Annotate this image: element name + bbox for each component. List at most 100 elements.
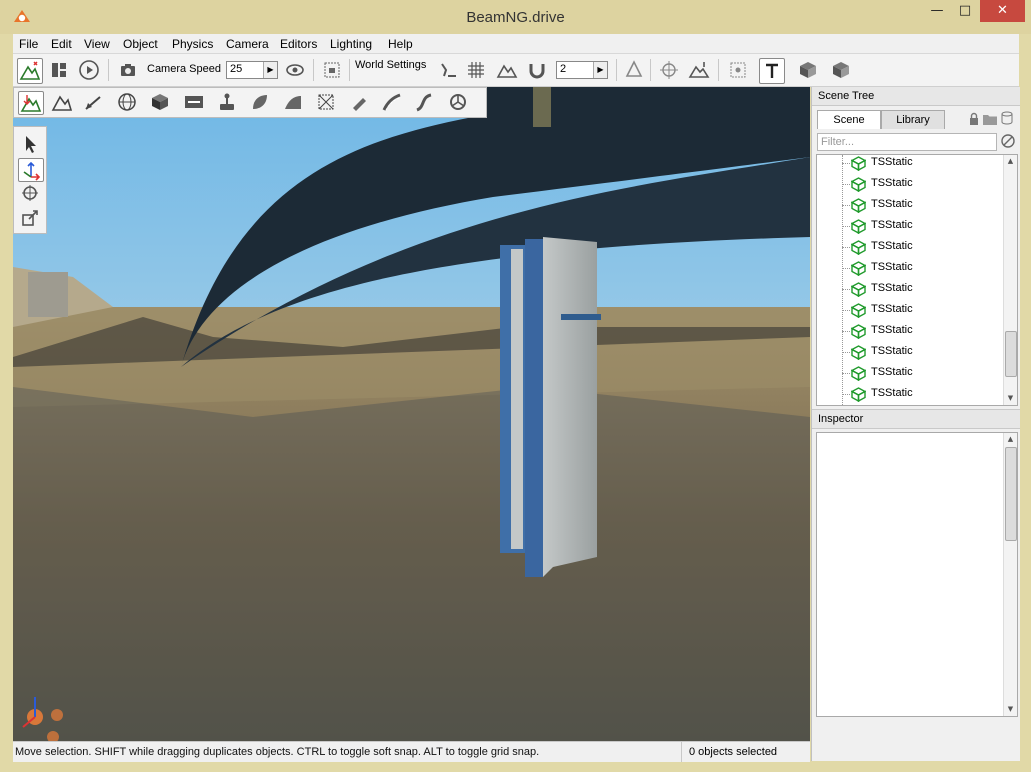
particle-editor-tool[interactable] [215, 91, 239, 113]
road-editor-tool[interactable] [413, 91, 437, 113]
menu-editors[interactable]: Editors [280, 37, 317, 51]
menu-lighting[interactable]: Lighting [330, 37, 372, 51]
tree-item[interactable]: TSStatic [817, 237, 1003, 258]
scene-tree-list[interactable]: TSStatic TSStatic TSStatic TSStatic TSSt… [816, 154, 1018, 406]
toolbar-separator [349, 59, 350, 81]
tree-item-label: TSStatic [871, 282, 913, 294]
chevron-right-icon[interactable]: ▶ [263, 62, 277, 78]
folder-icon[interactable] [982, 112, 998, 126]
menu-help[interactable]: Help [388, 37, 413, 51]
tree-item-label: TSStatic [871, 198, 913, 210]
drop-object-button[interactable] [796, 58, 820, 82]
cube-icon [800, 62, 816, 78]
tree-item-label: TSStatic [871, 240, 913, 252]
object-editor-tool[interactable] [18, 91, 44, 115]
visibility-button[interactable] [283, 58, 307, 82]
scrollbar-thumb[interactable] [1005, 331, 1017, 377]
tree-item[interactable]: TSStatic [817, 279, 1003, 300]
scroll-down-icon[interactable]: ▼ [1004, 392, 1017, 405]
world-settings-label[interactable]: World Settings [355, 59, 426, 71]
tree-item[interactable]: TSStatic [817, 155, 1003, 174]
tree-item[interactable]: TSStatic [817, 195, 1003, 216]
scroll-up-icon[interactable]: ▲ [1004, 433, 1017, 446]
move-tool[interactable] [18, 158, 44, 182]
database-icon[interactable] [1001, 111, 1013, 125]
shape-editor-tool[interactable] [148, 91, 172, 113]
inspector-scrollbar[interactable]: ▲ ▼ [1003, 433, 1017, 716]
tree-item[interactable]: TSStatic [817, 384, 1003, 405]
mesh-road-tool[interactable] [314, 91, 338, 113]
text-labels-button[interactable] [759, 58, 785, 84]
scroll-up-icon[interactable]: ▲ [1004, 155, 1017, 168]
camera-icon [121, 64, 135, 76]
menu-view[interactable]: View [84, 37, 110, 51]
terrain-snap-button[interactable] [495, 58, 519, 82]
chevron-right-icon[interactable]: ▶ [593, 62, 607, 78]
sky-editor-tool[interactable] [115, 91, 139, 113]
world-editor-button[interactable] [17, 58, 43, 84]
drop-at-camera-button[interactable] [829, 58, 853, 82]
tree-item[interactable]: TSStatic [817, 300, 1003, 321]
rotate-icon [22, 185, 38, 201]
inspector-title: Inspector [818, 413, 864, 425]
forest-editor-tool[interactable] [248, 91, 272, 113]
tsstatic-object-icon [851, 303, 866, 318]
tab-library[interactable]: Library [881, 110, 945, 129]
menu-physics[interactable]: Physics [172, 37, 213, 51]
play-button[interactable] [77, 58, 101, 82]
camera-speed-input[interactable]: 25 ▶ [226, 61, 278, 79]
fit-view-button[interactable] [726, 58, 750, 82]
tree-item[interactable]: TSStatic [817, 363, 1003, 384]
minimize-button[interactable]: — [924, 0, 950, 22]
snap-ground-icon [441, 63, 456, 77]
3d-viewport[interactable] [13, 87, 810, 741]
editor-tool-palette [13, 87, 487, 118]
menu-file[interactable]: File [19, 37, 38, 51]
select-tool[interactable] [18, 133, 42, 155]
scroll-down-icon[interactable]: ▼ [1004, 703, 1017, 716]
clear-filter-icon[interactable] [1000, 133, 1016, 149]
scene-filter-input[interactable]: Filter... [817, 133, 997, 151]
tree-item-label: TSStatic [871, 156, 913, 168]
datablock-editor-tool[interactable] [182, 91, 206, 113]
rotate-tool[interactable] [18, 182, 42, 204]
object-pivot-button[interactable] [622, 58, 646, 82]
tab-scene[interactable]: Scene [817, 110, 881, 129]
menu-edit[interactable]: Edit [51, 37, 72, 51]
arrow-cursor-icon [26, 136, 36, 153]
drop-camera-icon [833, 62, 849, 78]
decal-editor-tool[interactable] [348, 91, 372, 113]
terrain-snap-icon [496, 64, 518, 78]
navmesh-editor-tool[interactable] [446, 91, 470, 113]
terrain-align-button[interactable] [687, 58, 711, 82]
filter-placeholder: Filter... [821, 136, 855, 148]
tree-item[interactable]: TSStatic [817, 258, 1003, 279]
tree-item[interactable]: TSStatic [817, 321, 1003, 342]
terrain-painter-tool[interactable] [82, 91, 106, 113]
tree-item[interactable]: TSStatic [817, 342, 1003, 363]
tree-item[interactable]: TSStatic [817, 216, 1003, 237]
tree-branch [842, 226, 850, 228]
menu-object[interactable]: Object [123, 37, 158, 51]
snap-to-ground-button[interactable] [436, 58, 460, 82]
layout-button[interactable] [47, 58, 71, 82]
grid-snap-button[interactable] [464, 58, 488, 82]
scrollbar-thumb[interactable] [1005, 447, 1017, 541]
camera-button[interactable] [116, 58, 140, 82]
scene-tree-scrollbar[interactable]: ▲ ▼ [1003, 155, 1017, 405]
terrain-editor-tool[interactable] [50, 91, 74, 113]
inspector-panel[interactable]: ▲ ▼ [816, 432, 1018, 717]
screenshot-button[interactable] [320, 58, 344, 82]
scale-tool[interactable] [18, 206, 42, 228]
tree-item[interactable]: TSStatic [817, 174, 1003, 195]
magnet-button[interactable] [525, 58, 549, 82]
menu-camera[interactable]: Camera [226, 37, 269, 51]
decal-road-tool[interactable] [380, 91, 404, 113]
maximize-button[interactable]: □ [952, 0, 978, 22]
title-bar[interactable]: BeamNG.drive — □ ✕ [0, 0, 1031, 34]
snap-value-input[interactable]: 2 ▶ [556, 61, 608, 79]
render-bounds-button[interactable] [657, 58, 681, 82]
lock-icon[interactable] [967, 112, 981, 126]
river-editor-tool[interactable] [281, 91, 305, 113]
close-button[interactable]: ✕ [980, 0, 1025, 22]
